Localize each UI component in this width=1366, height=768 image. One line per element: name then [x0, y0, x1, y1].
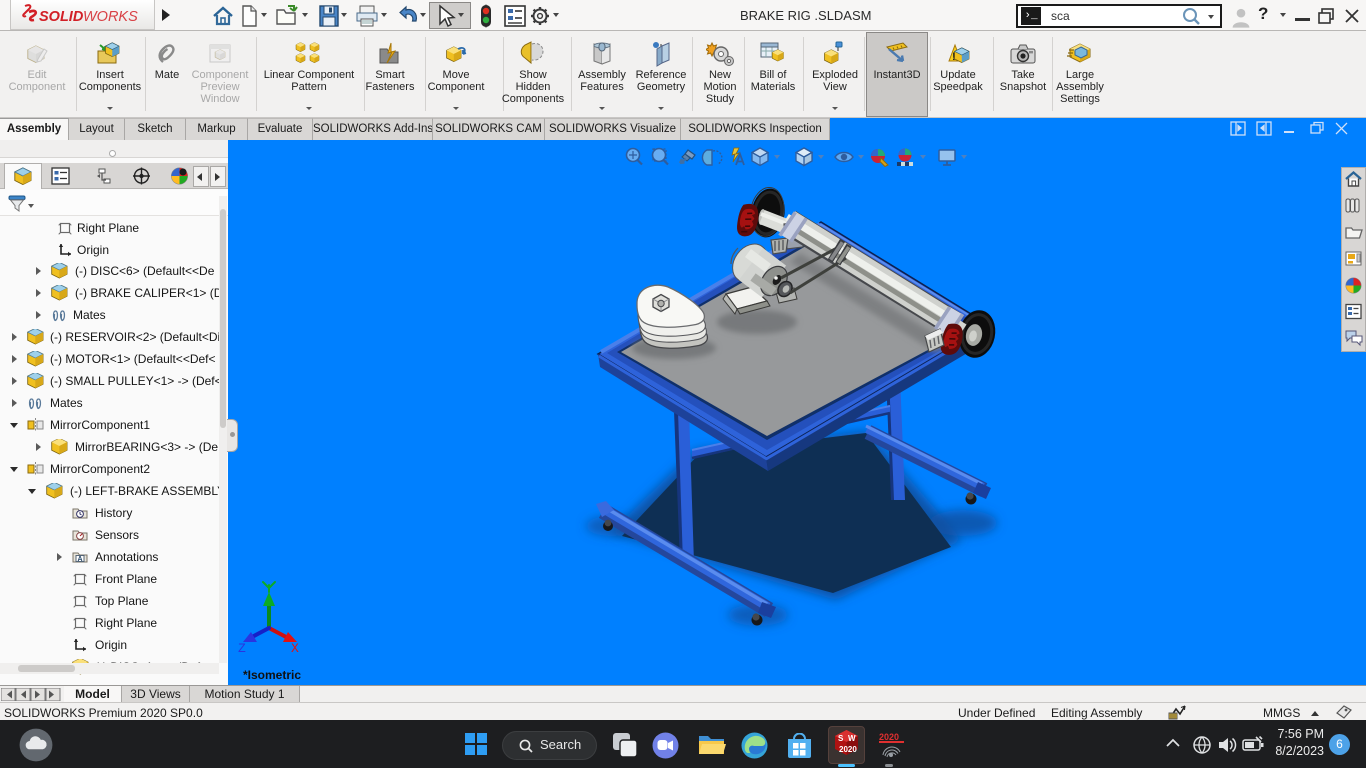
- svg-text:W: W: [848, 734, 856, 743]
- svg-text:S: S: [838, 734, 844, 743]
- svg-text:SOLID: SOLID: [39, 9, 84, 25]
- svg-text:2020: 2020: [879, 732, 899, 742]
- svg-text:*Isometric: *Isometric: [243, 668, 301, 682]
- svg-text:WORKS: WORKS: [83, 9, 138, 25]
- svg-text:Z: Z: [238, 641, 246, 656]
- svg-text:2020: 2020: [839, 745, 857, 754]
- svg-text:X: X: [291, 641, 299, 656]
